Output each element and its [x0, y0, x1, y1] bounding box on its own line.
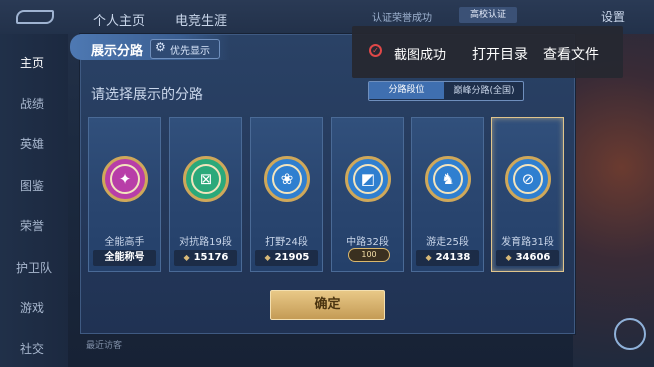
diamond-icon: ◆	[425, 253, 432, 262]
lane-card-score-value: 34606	[515, 252, 551, 263]
toast-message: 截图成功	[394, 48, 447, 63]
lane-card[interactable]: ◩ 中路32段 100	[331, 117, 404, 272]
lane-card-score-value: 全能称号	[104, 252, 145, 263]
lane-badge-icon: ◩	[345, 156, 391, 202]
lane-emblem-icon: ◩	[353, 164, 383, 194]
lane-card-score: 全能称号	[93, 250, 156, 266]
tab-peak-lane[interactable]: 巅峰分路(全国)	[446, 84, 522, 98]
campus-cert-badge[interactable]: 高校认证	[459, 7, 517, 23]
priority-display-label: 优先显示	[170, 46, 210, 57]
sidebar-item-record[interactable]: 战绩	[20, 95, 44, 112]
lane-card-score: ◆ 24138	[416, 250, 479, 266]
lane-card-name: 游走25段	[426, 237, 469, 248]
recent-visitors-label: 最近访客	[86, 341, 123, 351]
lane-card-score: ◆ 15176	[174, 250, 237, 266]
sidebar-item-home[interactable]: 主页	[20, 54, 44, 71]
lane-card[interactable]: ❀ 打野24段 ◆ 21905	[250, 117, 323, 272]
lane-card[interactable]: ✦ 全能高手全能称号	[88, 117, 161, 272]
settings-link[interactable]: 设置	[601, 8, 625, 25]
sidebar-item-game[interactable]: 游戏	[20, 299, 44, 316]
lane-card-score-value: 24138	[435, 252, 471, 263]
sidebar-item-heroes[interactable]: 英雄	[20, 135, 44, 152]
lane-badge-icon: ❀	[264, 156, 310, 202]
sidebar-item-codex[interactable]: 图鉴	[20, 177, 44, 194]
lane-card-name: 打野24段	[265, 237, 308, 248]
lane-card-name: 全能高手	[104, 237, 145, 248]
diamond-icon: ◆	[505, 253, 512, 262]
lane-card-score-value: 21905	[274, 252, 310, 263]
lane-card-score: ◆ 34606	[496, 250, 559, 266]
lane-emblem-icon: ⊘	[513, 164, 543, 194]
lane-badge-icon: ♞	[425, 156, 471, 202]
tab-personal-home[interactable]: 个人主页	[93, 10, 145, 29]
lane-emblem-icon: ✦	[110, 164, 140, 194]
rank-plate-badge: 100	[348, 248, 390, 262]
dialog-title: 展示分路	[91, 44, 144, 59]
sidebar: 主页 战绩 英雄 图鉴 荣誉 护卫队 游戏 社交	[0, 34, 68, 367]
tab-lane-rank[interactable]: 分路段位	[369, 82, 444, 99]
cert-status-text: 认证荣誉成功	[372, 13, 432, 24]
sidebar-item-social[interactable]: 社交	[20, 340, 44, 357]
tab-esports-career[interactable]: 电竞生涯	[175, 10, 227, 29]
lane-card-name: 发育路31段	[501, 237, 554, 248]
dialog-subtitle: 请选择展示的分路	[91, 87, 203, 103]
diamond-icon: ◆	[183, 253, 190, 262]
sidebar-item-guard[interactable]: 护卫队	[16, 259, 52, 276]
diamond-icon: ◆	[264, 253, 271, 262]
lane-card-name: 中路32段	[346, 237, 389, 248]
share-circle-icon[interactable]	[614, 318, 646, 350]
lane-card[interactable]: ⊘ 发育路31段 ◆ 34606	[491, 117, 564, 272]
gear-icon: ⚙	[155, 40, 166, 54]
check-circle-icon: ✓	[369, 44, 382, 57]
lane-emblem-icon: ❀	[272, 164, 302, 194]
lane-card[interactable]: ♞ 游走25段 ◆ 24138	[411, 117, 484, 272]
lane-badge-icon: ⊘	[505, 156, 551, 202]
lane-card-score: ◆ 21905	[255, 250, 318, 266]
confirm-button[interactable]: 确定	[270, 290, 385, 320]
lane-badge-icon: ⊠	[183, 156, 229, 202]
lane-card[interactable]: ⊠ 对抗路19段 ◆ 15176	[169, 117, 242, 272]
open-directory-button[interactable]: 打开目录	[472, 44, 528, 64]
background-art	[573, 34, 654, 367]
lane-card-score-value: 15176	[193, 252, 229, 263]
view-file-button[interactable]: 查看文件	[543, 44, 599, 64]
lane-card-name: 对抗路19段	[179, 237, 232, 248]
back-logo-icon[interactable]	[16, 10, 54, 24]
sidebar-item-honor[interactable]: 荣誉	[20, 217, 44, 234]
lane-badge-icon: ✦	[102, 156, 148, 202]
lane-emblem-icon: ♞	[433, 164, 463, 194]
lane-emblem-icon: ⊠	[191, 164, 221, 194]
